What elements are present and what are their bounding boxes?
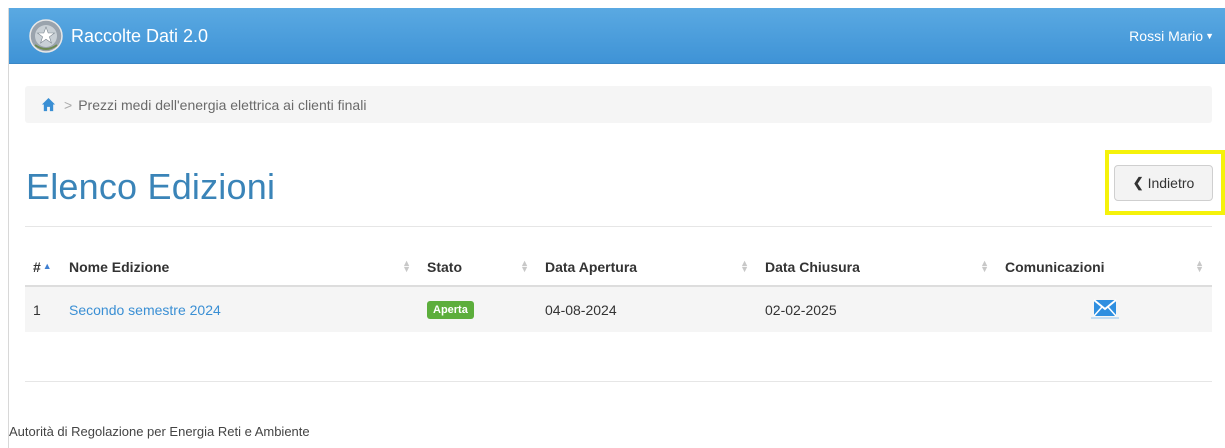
home-icon[interactable] xyxy=(41,97,56,112)
sort-icon: ▲ ▼ xyxy=(980,258,989,274)
cell-apertura: 04-08-2024 xyxy=(537,286,757,332)
col-header-nome[interactable]: Nome Edizione ▲ ▼ xyxy=(61,248,419,287)
cell-comunicazioni xyxy=(997,286,1212,332)
app-title: Raccolte Dati 2.0 xyxy=(71,25,209,46)
col-header-number[interactable]: # ▲ xyxy=(25,248,61,287)
mail-icon[interactable] xyxy=(1090,297,1119,319)
cell-number: 1 xyxy=(25,286,61,332)
brand-link[interactable]: Raccolte Dati 2.0 xyxy=(29,18,208,54)
footer-divider xyxy=(25,381,1212,382)
sort-icon: ▲ ▼ xyxy=(740,258,749,274)
sort-icon: ▲ ▼ xyxy=(402,258,411,274)
sort-icon: ▲ ▼ xyxy=(1195,258,1204,274)
app-frame: Raccolte Dati 2.0 Rossi Mario ▼ > Prezzi… xyxy=(8,8,1225,448)
sort-asc-icon: ▲ xyxy=(42,260,52,271)
top-navbar: Raccolte Dati 2.0 Rossi Mario ▼ xyxy=(9,8,1225,64)
breadcrumb-separator: > xyxy=(64,96,73,113)
cell-nome: Secondo semestre 2024 xyxy=(61,286,419,332)
chevron-left-icon: ❮ xyxy=(1132,175,1144,190)
footer-text: Autorità di Regolazione per Energia Reti… xyxy=(9,424,310,439)
breadcrumb: > Prezzi medi dell'energia elettrica ai … xyxy=(25,86,1212,123)
sort-icon: ▲ ▼ xyxy=(520,258,529,274)
col-header-apertura[interactable]: Data Apertura ▲ ▼ xyxy=(537,248,757,287)
status-badge: Aperta xyxy=(427,301,474,319)
page-title: Elenco Edizioni xyxy=(26,166,276,207)
cell-stato: Aperta xyxy=(419,286,537,332)
col-header-chiusura[interactable]: Data Chiusura ▲ ▼ xyxy=(757,248,997,287)
user-menu[interactable]: Rossi Mario ▼ xyxy=(1129,28,1214,44)
back-button[interactable]: ❮ Indietro xyxy=(1114,165,1213,201)
title-divider xyxy=(25,226,1212,227)
cell-chiusura: 02-02-2025 xyxy=(757,286,997,332)
col-header-comunicazioni[interactable]: Comunicazioni ▲ ▼ xyxy=(997,248,1212,287)
col-header-stato[interactable]: Stato ▲ ▼ xyxy=(419,248,537,287)
user-name: Rossi Mario xyxy=(1129,28,1204,44)
back-button-label: Indietro xyxy=(1147,175,1195,191)
table-header-row: # ▲ Nome Edizione ▲ ▼ Stato ▲ ▼ Data Apertu… xyxy=(25,248,1212,287)
caret-down-icon: ▼ xyxy=(1205,31,1214,41)
table-row: 1 Secondo semestre 2024 Aperta 04-08-202… xyxy=(25,286,1212,332)
breadcrumb-current: Prezzi medi dell'energia elettrica ai cl… xyxy=(78,96,367,113)
edition-link[interactable]: Secondo semestre 2024 xyxy=(69,302,221,318)
republic-emblem-icon xyxy=(29,19,63,53)
editions-table: # ▲ Nome Edizione ▲ ▼ Stato ▲ ▼ Data Apertu… xyxy=(25,248,1212,332)
